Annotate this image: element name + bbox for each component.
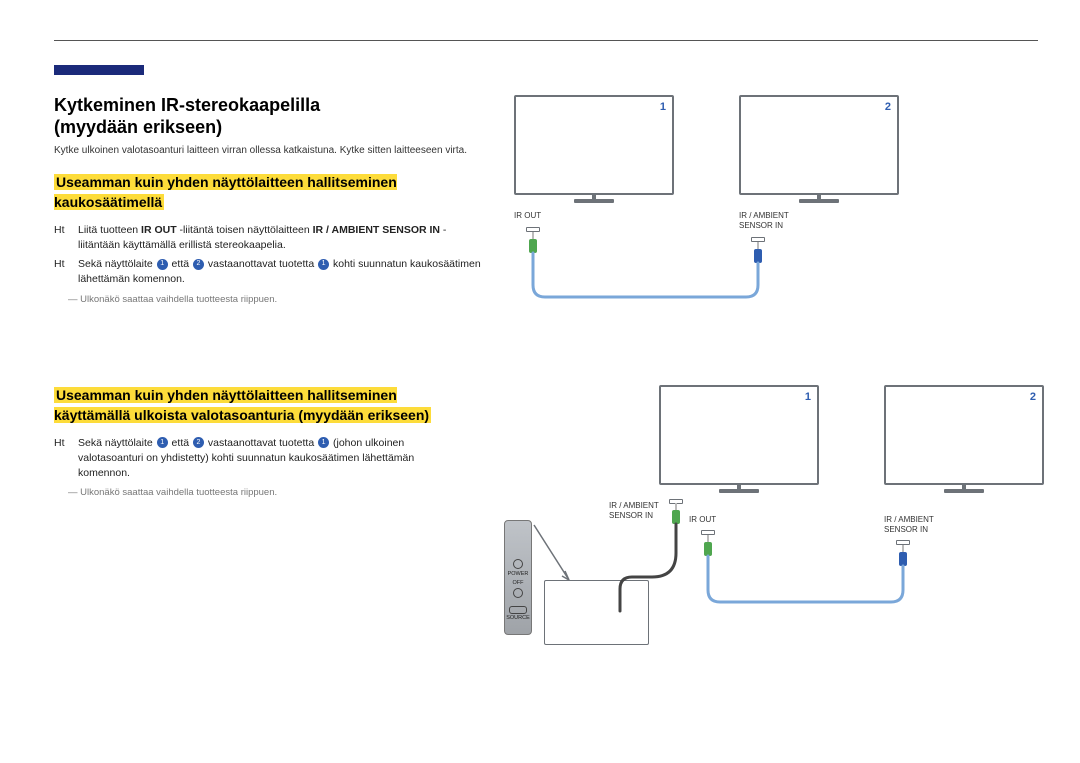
blue-tab — [54, 65, 144, 75]
t: että — [169, 258, 192, 270]
diagram-2: 1 2 IR / AMBIENT SENSOR IN IR OUT IR / A… — [484, 385, 1038, 685]
top-rule — [54, 40, 1038, 41]
t: Liitä tuotteen — [78, 224, 141, 236]
step-marker: Ht — [54, 436, 70, 482]
badge-1b: 1 — [318, 259, 329, 270]
step-2-body: Sekä näyttölaite 1 että 2 vastaanottavat… — [78, 257, 484, 287]
bold-iramb: IR / AMBIENT SENSOR IN — [313, 224, 440, 236]
step-marker: Ht — [54, 257, 70, 287]
monitor-1: 1 — [514, 95, 674, 195]
badge-2c: 2 — [193, 437, 204, 448]
page-content: Kytkeminen IR-stereokaapelilla (myydään … — [54, 95, 1038, 685]
t: vastaanottavat tuotetta — [205, 258, 317, 270]
step-marker: Ht — [54, 223, 70, 253]
t: että — [169, 437, 192, 449]
t: Sekä näyttölaite — [78, 258, 156, 270]
page-title: Kytkeminen IR-stereokaapelilla (myydään … — [54, 95, 484, 138]
section-1-heading: Useamman kuin yhden näyttölaitteen halli… — [54, 172, 484, 213]
stand-base — [799, 199, 839, 203]
title-line2: (myydään erikseen) — [54, 117, 222, 137]
section-2-steps: Ht Sekä näyttölaite 1 että 2 vastaanotta… — [54, 436, 454, 482]
badge-2: 2 — [193, 259, 204, 270]
t: -liitäntä toisen näyttölaitteen — [177, 224, 313, 236]
section-2-heading-text: Useamman kuin yhden näyttölaitteen halli… — [54, 387, 431, 423]
badge-1: 1 — [157, 259, 168, 270]
section-1-steps: Ht Liitä tuotteen IR OUT -liitäntä toise… — [54, 223, 484, 288]
diagram-1-canvas: 1 2 IR OUT IR / AMBIENT SENSOR IN — [514, 95, 1038, 325]
section-1-text: Kytkeminen IR-stereokaapelilla (myydään … — [54, 95, 484, 325]
step-1b: Ht Sekä näyttölaite 1 että 2 vastaanotta… — [54, 436, 454, 482]
label-iramb: IR / AMBIENT — [739, 211, 789, 220]
badge-1d: 1 — [318, 437, 329, 448]
t: vastaanottavat tuotetta — [205, 437, 317, 449]
title-line1: Kytkeminen IR-stereokaapelilla — [54, 95, 320, 115]
note-1: Ulkonäkö saattaa vaihdella tuotteesta ri… — [68, 294, 484, 305]
diagram-1: 1 2 IR OUT IR / AMBIENT SENSOR IN — [514, 95, 1038, 325]
note-2: Ulkonäkö saattaa vaihdella tuotteesta ri… — [68, 487, 454, 498]
section-2-text: Useamman kuin yhden näyttölaitteen halli… — [54, 385, 454, 685]
monitor-2: 2 — [739, 95, 899, 195]
step-1-body: Liitä tuotteen IR OUT -liitäntä toisen n… — [78, 223, 484, 253]
section-2-heading: Useamman kuin yhden näyttölaitteen halli… — [54, 385, 454, 426]
cables-2 — [484, 385, 1064, 685]
badge-1c: 1 — [157, 437, 168, 448]
diagram-2-canvas: 1 2 IR / AMBIENT SENSOR IN IR OUT IR / A… — [484, 385, 1038, 685]
section-2-row: Useamman kuin yhden näyttölaitteen halli… — [54, 385, 1038, 685]
section-1-row: Kytkeminen IR-stereokaapelilla (myydään … — [54, 95, 1038, 325]
step-1: Ht Liitä tuotteen IR OUT -liitäntä toise… — [54, 223, 484, 253]
step-2: Ht Sekä näyttölaite 1 että 2 vastaanotta… — [54, 257, 484, 287]
monitor-1-num: 1 — [660, 101, 666, 113]
bold-irout: IR OUT — [141, 224, 177, 236]
monitor-2-num: 2 — [885, 101, 891, 113]
label-irout: IR OUT — [514, 211, 541, 220]
cable-1 — [514, 225, 914, 325]
section-1-heading-text: Useamman kuin yhden näyttölaitteen halli… — [54, 174, 397, 210]
intro-text: Kytke ulkoinen valotasoanturi laitteen v… — [54, 144, 484, 158]
stand-base — [574, 199, 614, 203]
step-1b-body: Sekä näyttölaite 1 että 2 vastaanottavat… — [78, 436, 454, 482]
t: Sekä näyttölaite — [78, 437, 156, 449]
